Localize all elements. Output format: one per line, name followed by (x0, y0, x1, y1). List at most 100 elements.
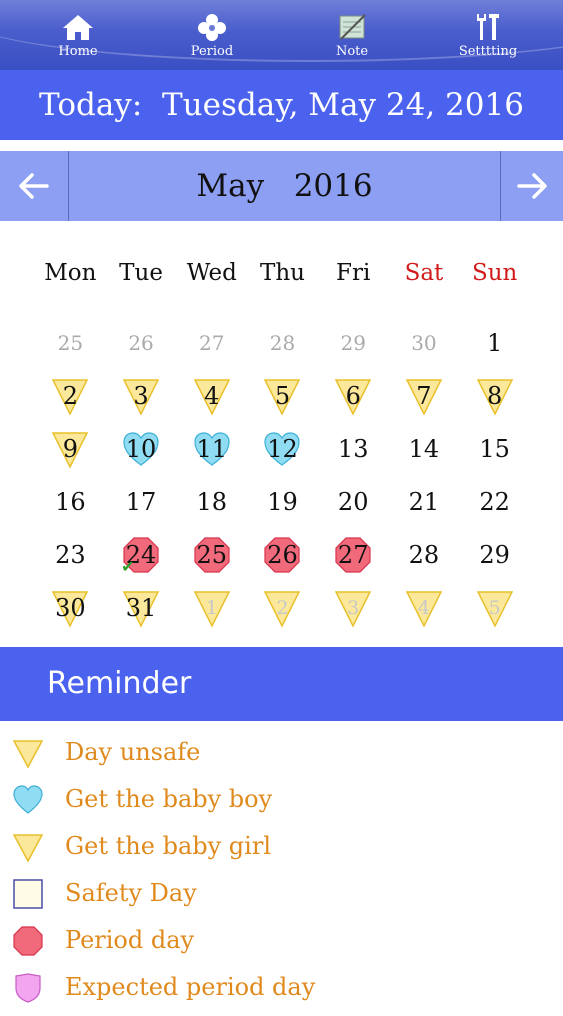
day-number: 7 (416, 381, 432, 410)
day-number: 3 (133, 381, 149, 410)
calendar-day[interactable]: 10 (106, 422, 177, 475)
day-number: 5 (488, 596, 501, 619)
today-label: Today: (39, 87, 143, 123)
previous-month-button[interactable] (0, 151, 69, 221)
calendar-day[interactable]: 13 (318, 422, 389, 475)
calendar-day[interactable]: 3 (106, 369, 177, 422)
calendar-day[interactable]: 12 (247, 422, 318, 475)
flower-icon (198, 14, 226, 41)
day-number: 2 (62, 381, 78, 410)
legend-item: Period day (0, 922, 563, 969)
day-number: 4 (204, 381, 220, 410)
month-year: 2016 (293, 168, 373, 204)
calendar-day[interactable]: 24 ✔ (106, 528, 177, 581)
day-number: 11 (196, 434, 228, 463)
nav-home[interactable]: Home (28, 0, 128, 70)
arrow-right-icon (517, 173, 547, 199)
cream-square-icon (13, 879, 43, 909)
today-bar: Today: Tuesday, May 24, 2016 (0, 70, 563, 140)
calendar-day[interactable]: 31 (106, 581, 177, 634)
weekday-sat: Sat (404, 260, 444, 286)
next-month-button[interactable] (500, 151, 563, 221)
legend-item: Expected period day (0, 969, 563, 1016)
calendar-day[interactable]: 8 (459, 369, 530, 422)
day-number: 26 (128, 330, 154, 355)
calendar-day[interactable]: 1 (176, 581, 247, 634)
day-number: 14 (408, 434, 440, 463)
calendar-day[interactable]: 30 (35, 581, 106, 634)
calendar-day[interactable]: 1 (459, 316, 530, 369)
calendar-day[interactable]: 28 (389, 528, 460, 581)
reminder-legend: Day unsafe Get the baby boy Get the baby… (0, 734, 563, 1016)
home-icon (63, 15, 93, 40)
calendar-day[interactable]: 22 (459, 475, 530, 528)
calendar-day[interactable]: 9 (35, 422, 106, 475)
calendar-day[interactable]: 26 (247, 528, 318, 581)
calendar-day[interactable]: 18 (176, 475, 247, 528)
weekday-wed: Wed (186, 260, 237, 286)
day-number: 31 (125, 593, 157, 622)
day-number: 30 (411, 330, 437, 355)
day-number: 20 (337, 487, 369, 516)
nav-note[interactable]: Note (302, 0, 402, 70)
yellow-triangle-icon (12, 740, 44, 769)
weekday-mon: Mon (44, 260, 97, 286)
calendar-day[interactable]: 25 (176, 528, 247, 581)
legend-label: Get the baby girl (65, 832, 271, 860)
legend-label: Day unsafe (65, 738, 201, 766)
day-number: 28 (269, 330, 296, 355)
calendar-day[interactable]: 27 (318, 528, 389, 581)
calendar-day[interactable]: 27 (176, 316, 247, 369)
day-number: 6 (345, 381, 361, 410)
calendar-day[interactable]: 4 (389, 581, 460, 634)
calendar-day[interactable]: 30 (389, 316, 460, 369)
calendar-day[interactable]: 2 (247, 581, 318, 634)
calendar-day[interactable]: 15 (459, 422, 530, 475)
calendar-day[interactable]: 19 (247, 475, 318, 528)
nav-period[interactable]: Period (162, 0, 262, 70)
weekday-sun: Sun (471, 260, 518, 286)
calendar-day[interactable]: 3 (318, 581, 389, 634)
calendar-day[interactable]: 29 (318, 316, 389, 369)
calendar-day[interactable]: 20 (318, 475, 389, 528)
day-number: 15 (479, 434, 510, 463)
calendar-day[interactable]: 6 (318, 369, 389, 422)
calendar-day[interactable]: 17 (106, 475, 177, 528)
nav-setting-label: Setttting (458, 44, 518, 59)
calendar-day[interactable]: 21 (389, 475, 460, 528)
legend-item: Day unsafe (0, 734, 563, 781)
weekday-fri: Fri (336, 260, 371, 286)
legend-label: Get the baby boy (65, 785, 273, 813)
calendar-day[interactable]: 25 (35, 316, 106, 369)
day-number: 28 (408, 540, 440, 569)
calendar-day[interactable]: 2 (35, 369, 106, 422)
month-name: May (196, 168, 265, 204)
legend-item: Safety Day (0, 875, 563, 922)
day-number: 13 (337, 434, 369, 463)
day-number: 22 (479, 487, 510, 516)
day-number: 1 (205, 596, 218, 619)
day-number: 25 (57, 330, 84, 355)
calendar-day[interactable]: 5 (459, 581, 530, 634)
calendar-day[interactable]: 7 (389, 369, 460, 422)
calendar-day[interactable]: 28 (247, 316, 318, 369)
legend-label: Period day (65, 926, 195, 954)
month-navigation: May 2016 (0, 151, 563, 221)
day-number: 23 (55, 540, 86, 569)
calendar-day[interactable]: 23 (35, 528, 106, 581)
day-number: 25 (196, 540, 228, 569)
calendar-day[interactable]: 5 (247, 369, 318, 422)
calendar-day[interactable]: 11 (176, 422, 247, 475)
arrow-left-icon (19, 173, 49, 199)
nav-note-label: Note (335, 44, 369, 59)
calendar-day[interactable]: 14 (389, 422, 460, 475)
calendar-day[interactable]: 4 (176, 369, 247, 422)
day-number: 8 (487, 381, 503, 410)
calendar-day[interactable]: 29 (459, 528, 530, 581)
calendar-day[interactable]: 26 (106, 316, 177, 369)
day-number: 17 (125, 487, 157, 516)
calendar-day[interactable]: 16 (35, 475, 106, 528)
day-number: 19 (267, 487, 298, 516)
nav-setting[interactable]: Setttting (438, 0, 538, 70)
reminder-title: Reminder (47, 666, 192, 701)
